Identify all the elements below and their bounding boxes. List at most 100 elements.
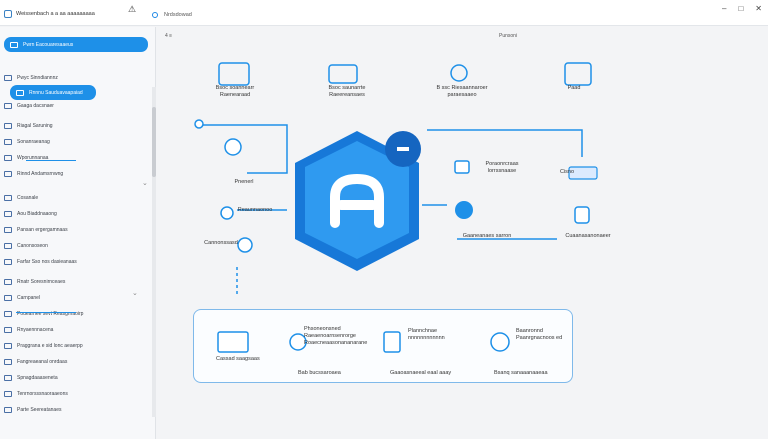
chevron-down-icon[interactable]: ⌄: [132, 289, 138, 297]
sidebar-item[interactable]: Gaaga dacsnaer: [4, 99, 54, 113]
sidebar-item[interactable]: Carnpanel: [4, 291, 40, 305]
site-icon: [152, 12, 158, 18]
minimize-button[interactable]: –: [722, 4, 726, 13]
panel-item-caption: Bab bucssaroaea: [298, 370, 341, 376]
sidebar-item[interactable]: Praggrana e sid lonc aeaerpp: [4, 339, 83, 353]
node-label: Gaaneanaes sarron: [462, 233, 512, 239]
sidebar-item[interactable]: Wporunnanaa: [4, 151, 48, 165]
node-label: Poraonrcraas lorrssnaase: [485, 161, 519, 174]
sidebar-item-icon: [4, 375, 12, 381]
sidebar-scrollbar[interactable]: [152, 87, 156, 417]
sidebar-item-icon: [4, 139, 12, 145]
sidebar-item-icon: [4, 391, 12, 397]
sidebar-item-icon: [4, 211, 12, 217]
sidebar-item-label: Sonanraeanag: [17, 139, 50, 145]
sidebar-item[interactable]: Pwrn Eacouaresaaeus: [4, 37, 148, 52]
divider: [16, 312, 76, 313]
sidebar-item-label: Canonsoseon: [17, 243, 48, 249]
chevron-down-icon[interactable]: ⌄: [142, 179, 148, 187]
sidebar-item[interactable]: Farfar Sso nos dasieanaas: [4, 255, 77, 269]
sidebar-item-icon: [4, 407, 12, 413]
restore-button[interactable]: □: [738, 4, 743, 13]
sidebar-item-label: Pwrn Eacouaresaaeus: [23, 41, 74, 48]
sidebar-item[interactable]: Riagal Saruning: [4, 119, 53, 133]
sidebar-item-icon: [4, 123, 12, 129]
sidebar: Pwrn Eacouaresaaeus Pwyc Sinndiannnz Rnnnu…: [0, 27, 156, 439]
phone-icon: [574, 206, 590, 224]
close-button[interactable]: ✕: [755, 4, 762, 13]
sidebar-item-label: Spnagdaaaseneta: [17, 375, 58, 381]
node-label: Bsoc saunarrte Raeereansaes: [328, 85, 366, 98]
sidebar-item[interactable]: Pansan ergergamnaas: [4, 223, 68, 237]
sidebar-item-label: Rnnnu Sauduavaapaiad: [29, 89, 83, 96]
sidebar-item-label: Tenrnorsssnaoraaeons: [17, 391, 68, 397]
sidebar-item-icon: [4, 311, 12, 317]
gear-icon: [455, 201, 473, 219]
panel-item-title: Phsoneonsned Raeaenoarnsenrorge Roaecnea…: [304, 326, 368, 346]
sidebar-item[interactable]: Sonanraeanag: [4, 135, 50, 149]
warning-icon[interactable]: ⚠: [128, 4, 136, 15]
sidebar-item-icon: [4, 227, 12, 233]
sidebar-item[interactable]: Rnyaennnacena: [4, 323, 53, 337]
sidebar-item-label: Parte Seereatanaes: [17, 407, 62, 413]
sidebar-item-icon: [4, 75, 12, 81]
tab-title: Weissenbach a a aa aaaaaaaaa: [16, 11, 95, 17]
sidebar-item[interactable]: Spnagdaaaseneta: [4, 371, 58, 385]
sidebar-item[interactable]: Tenrnorsssnaoraaeons: [4, 387, 68, 401]
shield-icon: [224, 138, 242, 156]
document-icon: [454, 160, 470, 174]
node-label: Cannonssasd: [204, 240, 238, 246]
scrollbar-thumb[interactable]: [152, 107, 156, 177]
app-icon: [4, 10, 12, 18]
sidebar-item-label: Rinnd Andamsrnwng: [17, 171, 64, 177]
node-label: Bsoc soannearr Raenearaad: [215, 85, 255, 98]
sidebar-item-icon: [4, 327, 12, 333]
badge-minus: [397, 147, 409, 151]
sidebar-item-icon: [4, 343, 12, 349]
sidebar-item[interactable]: Pwyc Sinndiannnz: [4, 71, 58, 85]
panel-item-caption: Bsanq sanaaanaaeaa: [494, 370, 548, 376]
node-label: B ssc Riesaannaroer paraesaaeo: [436, 85, 488, 98]
sidebar-item-icon: [4, 171, 12, 177]
sidebar-item-label: Cosanale: [17, 195, 39, 201]
node-label: Pnenerl: [234, 179, 254, 185]
sidebar-item-label: Gaaga dacsnaer: [17, 103, 54, 109]
node-label: Paad: [567, 85, 581, 91]
sidebar-item-label: Rnatr Soresnirnceaes: [17, 279, 66, 285]
laptop-icon: [217, 331, 249, 353]
node-label: Cuaanasanonaeer: [565, 233, 611, 239]
window-controls: – □ ✕: [722, 4, 762, 13]
node-icon: [220, 206, 234, 220]
sidebar-item[interactable]: Rnnnu Sauduavaapaiad: [10, 85, 96, 100]
sidebar-item-label: Aou Biaddnaaong: [17, 211, 57, 217]
node-icon: [194, 119, 204, 129]
sidebar-item-label: Pwyc Sinndiannnz: [17, 75, 58, 81]
sidebar-item[interactable]: Rnatr Soresnirnceaes: [4, 275, 65, 289]
sidebar-item-label: Rnyaennnacena: [17, 327, 54, 333]
sidebar-item[interactable]: Cosanale: [4, 191, 38, 205]
sidebar-item-icon: [4, 155, 12, 161]
node-label: Cisno: [559, 169, 575, 175]
panel-item-caption: Gaaoasnaeeal eaal aaay: [390, 370, 452, 376]
connector-line: [427, 129, 583, 157]
sidebar-item-icon: [4, 243, 12, 249]
address-label: Nrdsdowad: [164, 12, 192, 18]
panel-item-title: Baanronnd Paanrgnacnoos ed: [516, 328, 563, 341]
sidebar-item[interactable]: Canonsoseon: [4, 239, 48, 253]
sidebar-item-label: Farfar Sso nos dasieanaas: [17, 259, 77, 265]
sidebar-item[interactable]: Aou Biaddnaaong: [4, 207, 57, 221]
cloud-icon: [564, 62, 592, 86]
sidebar-item-icon: [4, 295, 12, 301]
sidebar-item-icon: [4, 259, 12, 265]
node-label: Reaunnaonoo: [237, 207, 273, 213]
user-icon: [450, 64, 468, 82]
sidebar-item-icon: [4, 195, 12, 201]
address-bar[interactable]: Nrdsdowad: [152, 12, 192, 18]
sidebar-item[interactable]: Fangreaeanal onrdaas: [4, 355, 67, 369]
sidebar-item[interactable]: Rinnd Andamsrnwng: [4, 167, 63, 181]
sidebar-item-label: Fangreaeanal onrdaas: [17, 359, 68, 365]
sidebar-item[interactable]: Pouearnee sevt Reasgrnaoirp: [4, 307, 83, 321]
sidebar-item-label: Riagal Saruning: [17, 123, 53, 129]
sidebar-item[interactable]: Parte Seereatanaes: [4, 403, 61, 417]
document-icon: [383, 331, 401, 353]
